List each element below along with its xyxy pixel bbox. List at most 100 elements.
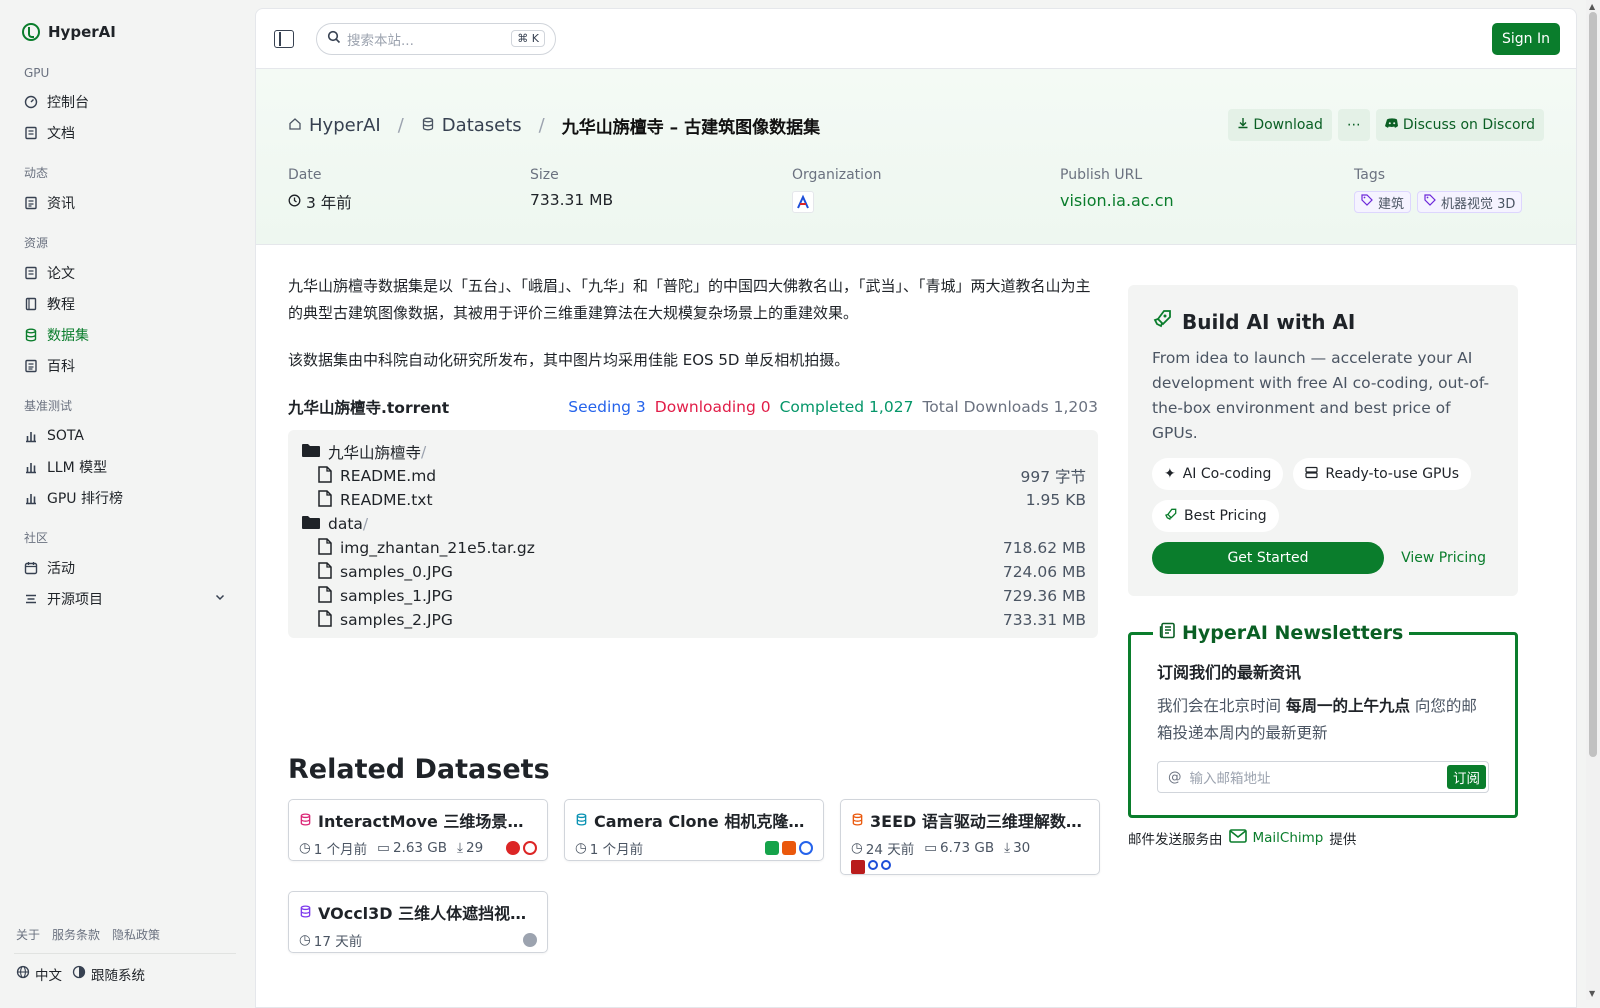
path-separator: /: [421, 443, 427, 461]
dataset-card[interactable]: 3EED 语言驱动三维理解数据集 ◷ 24 天前 ▭ 6.73 GB ⤓ 30: [840, 799, 1100, 875]
privacy-link[interactable]: 隐私政策: [112, 926, 160, 943]
get-started-button[interactable]: Get Started: [1152, 542, 1384, 574]
torrent-name[interactable]: 九华山旃檀寺.torrent: [288, 396, 449, 418]
chevron-down-icon[interactable]: [214, 591, 226, 606]
breadcrumb-home[interactable]: HyperAI: [309, 115, 381, 136]
date-label: Date: [288, 167, 322, 183]
download-button[interactable]: Download: [1228, 109, 1332, 141]
file-row[interactable]: README.txt 1.95 KB: [302, 488, 1086, 512]
tag[interactable]: 建筑: [1354, 191, 1412, 213]
terms-link[interactable]: 服务条款: [52, 926, 100, 943]
newsletter-schedule: 每周一的上午九点: [1285, 697, 1410, 715]
card-title: 3EED 语言驱动三维理解数据集: [870, 812, 1089, 831]
file-size: 997 字节: [1020, 468, 1086, 486]
file-name: samples_1.JPG: [340, 587, 453, 605]
tag[interactable]: 机器视觉 3D: [1417, 191, 1523, 213]
more-options-button[interactable]: ⋯: [1337, 109, 1370, 141]
storage-icon: ▭: [924, 840, 938, 856]
brand-logo-link[interactable]: HyperAI: [14, 20, 236, 44]
mail-provider-note: 邮件发送服务由 MailChimp 提供: [1128, 828, 1518, 848]
size-label: Size: [530, 167, 559, 183]
card-time: ◷ 1 个月前: [299, 838, 367, 858]
feature-chip: Ready-to-use GPUs: [1293, 458, 1472, 490]
breadcrumb-datasets[interactable]: Datasets: [442, 115, 522, 136]
sidebar-item-papers[interactable]: 论文: [14, 257, 236, 288]
breadcrumb-separator: /: [538, 114, 545, 136]
organization-logo-icon[interactable]: [792, 191, 814, 213]
tag-list: 建筑 机器视觉 3D: [1354, 191, 1523, 213]
sidebar-item-open-source[interactable]: 开源项目: [14, 583, 236, 614]
folder-name: 九华山旃檀寺: [328, 444, 422, 462]
scroll-up-icon[interactable]: ▲: [1589, 2, 1595, 11]
sidebar-item-wiki[interactable]: 百科: [14, 350, 236, 381]
org-logo-icon: [851, 860, 865, 874]
database-icon: [575, 811, 588, 830]
completed-count: Completed 1,027: [779, 398, 914, 416]
sidebar-item-sota[interactable]: SOTA: [14, 420, 236, 451]
seeding-count: Seeding 3: [568, 398, 646, 416]
sidebar-footer: 关于 服务条款 隐私政策 中文 跟随系统: [14, 926, 236, 1000]
torrent-header: 九华山旃檀寺.torrent Seeding 3 Downloading 0 C…: [288, 394, 1098, 420]
theme-switcher[interactable]: 跟随系统: [72, 964, 145, 984]
org-logos: [851, 860, 1089, 874]
search-input[interactable]: 搜索本站... ⌘ K: [316, 22, 556, 55]
file-row[interactable]: samples_2.JPG 733.31 MB: [302, 608, 1086, 632]
sidebar-item-console[interactable]: 控制台: [14, 86, 236, 117]
scroll-down-icon[interactable]: ▼: [1589, 989, 1595, 998]
file-row[interactable]: img_zhantan_21e5.tar.gz 718.62 MB: [302, 536, 1086, 560]
sidebar-item-docs[interactable]: 文档: [14, 117, 236, 148]
sidebar-item-label: 论文: [47, 265, 75, 282]
sidebar-item-events[interactable]: 活动: [14, 552, 236, 583]
server-icon: [1305, 466, 1318, 483]
card-time-value: 1 个月前: [313, 842, 368, 858]
sign-in-button[interactable]: Sign In: [1492, 22, 1560, 55]
main-panel: 搜索本站... ⌘ K Sign In HyperAI / Datasets /…: [255, 8, 1577, 1008]
scroll-thumb[interactable]: [1589, 12, 1597, 757]
subscribe-button[interactable]: 订阅: [1447, 765, 1486, 789]
sidebar-item-gpu-leaderboard[interactable]: GPU 排行榜: [14, 482, 236, 513]
calendar-icon: [24, 561, 38, 575]
sparkle-icon: ✦: [1164, 466, 1176, 482]
sidebar-item-llm[interactable]: LLM 模型: [14, 451, 236, 482]
sidebar-item-tutorials[interactable]: 教程: [14, 288, 236, 319]
clock-icon: ◷: [299, 932, 311, 948]
file-icon: [318, 609, 332, 631]
folder-row[interactable]: data /: [302, 512, 1086, 536]
card-title: InteractMove 三维场景人-物交互: [318, 812, 537, 831]
clock-icon: ◷: [851, 840, 863, 856]
database-icon: [299, 903, 312, 922]
file-row[interactable]: samples_0.JPG 724.06 MB: [302, 560, 1086, 584]
doc-icon: [24, 126, 38, 140]
publish-url-link[interactable]: vision.ia.ac.cn: [1060, 191, 1354, 210]
email-placeholder: 输入邮箱地址: [1189, 771, 1271, 787]
discord-button[interactable]: Discuss on Discord: [1375, 109, 1544, 141]
discord-icon: [1384, 117, 1399, 133]
downloading-count: Downloading 0: [654, 398, 771, 416]
file-icon: [318, 489, 332, 511]
page-scrollbar[interactable]: ▲ ▼: [1586, 0, 1600, 1000]
related-datasets-list: InteractMove 三维场景人-物交互 ◷1 个月前 ▭2.63 GB ⤓…: [288, 799, 1100, 953]
about-link[interactable]: 关于: [16, 926, 40, 943]
folder-row[interactable]: 九华山旃檀寺 /: [302, 440, 1086, 464]
file-row[interactable]: README.md 997 字节: [302, 464, 1086, 488]
file-icon: [318, 537, 332, 559]
gauge-icon: [24, 95, 38, 109]
sidebar-item-news[interactable]: 资讯: [14, 187, 236, 218]
file-name: samples_2.JPG: [340, 611, 453, 629]
mailchimp-link[interactable]: MailChimp: [1228, 829, 1323, 847]
file-row[interactable]: samples_1.JPG 729.36 MB: [302, 584, 1086, 608]
dataset-card[interactable]: Camera Clone 相机克隆多视角视频 ◷1 个月前: [564, 799, 824, 861]
sidebar-toggle-icon[interactable]: [274, 29, 294, 48]
powered-suffix: 提供: [1329, 832, 1357, 848]
folder-icon: [302, 515, 320, 534]
email-field[interactable]: @ 输入邮箱地址 订阅: [1157, 761, 1489, 793]
sidebar-item-datasets[interactable]: 数据集: [14, 319, 236, 350]
tag-icon: [1424, 194, 1436, 210]
file-name: samples_0.JPG: [340, 563, 453, 581]
view-pricing-link[interactable]: View Pricing: [1401, 550, 1486, 566]
language-switcher[interactable]: 中文: [16, 964, 62, 984]
book-icon: [24, 297, 38, 311]
dataset-card[interactable]: VOccl3D 三维人体遮挡视频数据集 ◷17 天前: [288, 891, 548, 953]
sidebar-item-label: SOTA: [47, 427, 84, 444]
dataset-card[interactable]: InteractMove 三维场景人-物交互 ◷1 个月前 ▭2.63 GB ⤓…: [288, 799, 548, 861]
